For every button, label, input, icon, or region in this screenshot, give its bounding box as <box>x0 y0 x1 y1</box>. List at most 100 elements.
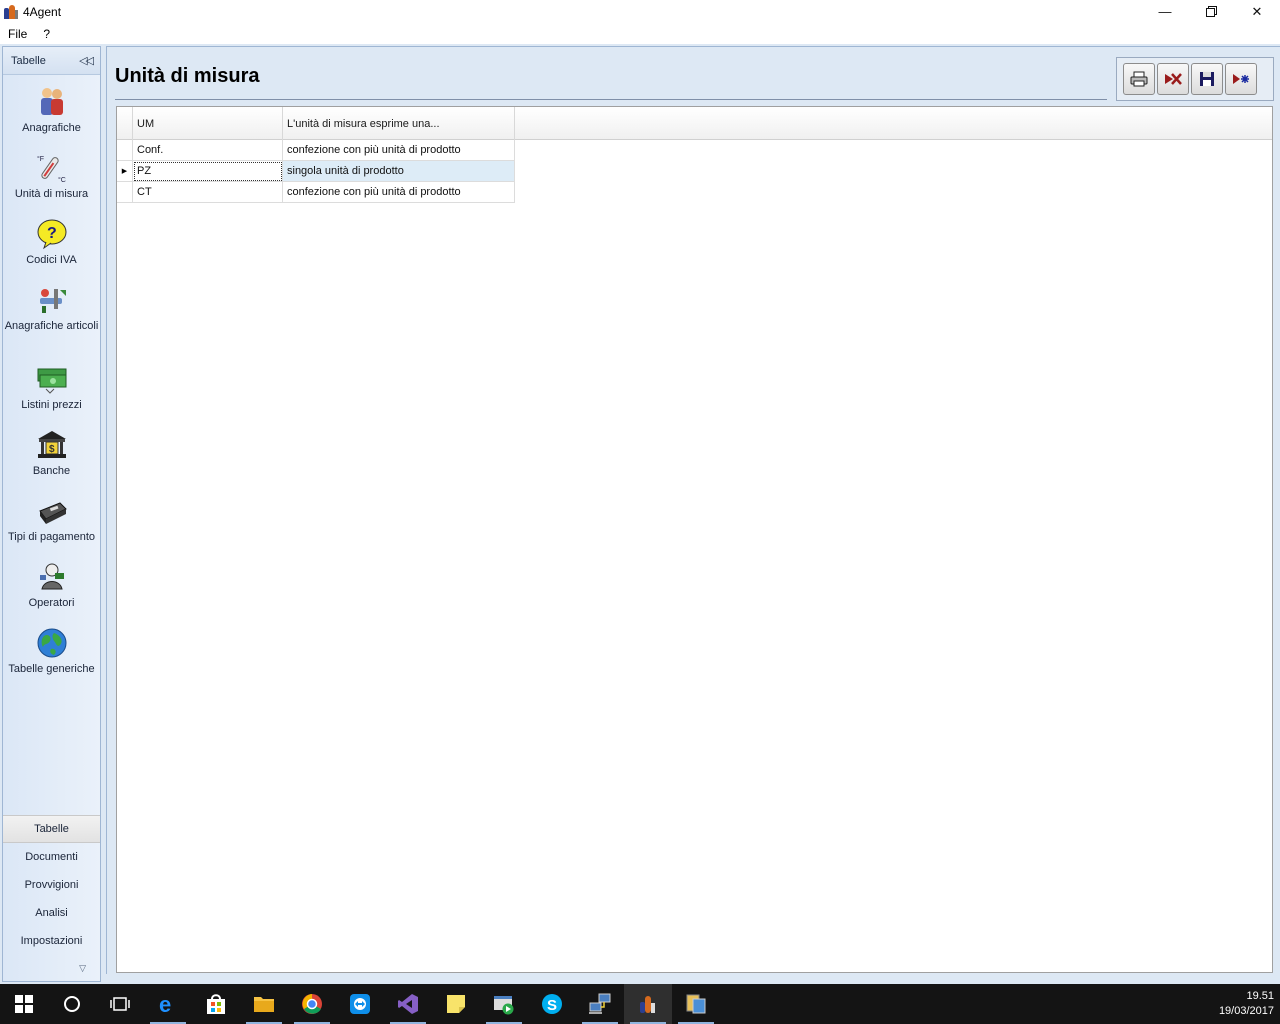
taskbar-skype[interactable]: S <box>528 984 576 1024</box>
cell-description[interactable]: singola unità di prodotto <box>283 161 515 182</box>
new-record-icon <box>1233 74 1249 84</box>
print-button[interactable] <box>1123 63 1155 95</box>
svg-text:?: ? <box>47 225 57 242</box>
windows-logo-icon <box>15 995 33 1013</box>
window-title: 4Agent <box>23 4 62 19</box>
sidebar-item-tabelle-generiche[interactable]: Tabelle generiche <box>3 626 100 682</box>
app-area: Tabelle ◁◁ Anagrafiche °F °C Unità di mis… <box>0 44 1280 984</box>
row-header-corner <box>117 107 133 140</box>
nav-analisi[interactable]: Analisi <box>3 899 100 927</box>
table-row-selected[interactable]: ▶ PZ singola unità di prodotto <box>117 161 515 182</box>
app-logo-icon <box>3 4 19 20</box>
sidebar-nav: Tabelle Documenti Provvigioni Analisi Im… <box>3 815 100 981</box>
taskbar-db-app[interactable] <box>672 984 720 1024</box>
sidebar-item-label: Anagrafiche <box>22 122 81 134</box>
data-grid[interactable]: UM L'unità di misura esprime una... Conf… <box>116 106 1273 973</box>
column-header-um[interactable]: UM <box>133 107 283 140</box>
clock-date: 19/03/2017 <box>1218 1005 1274 1017</box>
taskbar-chrome[interactable] <box>288 984 336 1024</box>
cell-um[interactable]: Conf. <box>133 140 283 161</box>
table-row[interactable]: CT confezione con più unità di prodotto <box>117 182 515 203</box>
menu-bar: File ? <box>0 23 1280 44</box>
database-app-icon <box>686 994 706 1014</box>
sidebar-item-label: Tipi di pagamento <box>7 531 96 543</box>
sidebar-item-anagrafiche[interactable]: Anagrafiche <box>3 85 100 141</box>
taskbar-teamviewer[interactable] <box>336 984 384 1024</box>
taskbar: e S 19.51 19/03/2017 <box>0 984 1280 1024</box>
search-button[interactable] <box>48 984 96 1024</box>
start-button[interactable] <box>0 984 48 1024</box>
taskbar-sticky-notes[interactable] <box>432 984 480 1024</box>
sidebar-item-label: Operatori <box>28 597 75 609</box>
clock-time: 19.51 <box>1246 990 1274 1002</box>
sidebar-item-unita-di-misura[interactable]: °F °C Unità di misura <box>3 151 100 207</box>
folder-icon <box>254 997 274 1012</box>
sidebar-item-tipi-di-pagamento[interactable]: Tipi di pagamento <box>3 494 100 550</box>
skype-icon: S <box>542 994 562 1014</box>
banknotes-icon <box>35 362 69 396</box>
nav-tabelle[interactable]: Tabelle <box>3 815 100 843</box>
nav-documenti[interactable]: Documenti <box>3 843 100 871</box>
table-row[interactable]: Conf. confezione con più unità di prodot… <box>117 140 515 161</box>
sidebar-item-operatori[interactable]: Operatori <box>3 560 100 616</box>
nav-impostazioni[interactable]: Impostazioni <box>3 927 100 955</box>
save-icon <box>1200 72 1214 86</box>
sidebar-item-listini-prezzi[interactable]: Listini prezzi <box>3 362 100 418</box>
sidebar-item-label: Listini prezzi <box>21 399 82 411</box>
chevron-down-icon[interactable]: ▽ <box>3 955 100 981</box>
question-bubble-icon: ? <box>35 217 69 251</box>
minimize-button[interactable]: — <box>1142 0 1188 23</box>
grid-header: UM L'unità di misura esprime una... <box>117 107 1272 140</box>
chrome-icon <box>302 994 322 1014</box>
collapse-sidebar-icon[interactable]: ◁◁ <box>79 54 94 67</box>
cell-um[interactable]: PZ <box>133 161 283 182</box>
sidebar-item-codici-iva[interactable]: ? Codici IVA <box>3 217 100 273</box>
delete-button[interactable] <box>1157 63 1189 95</box>
toolbar <box>1116 57 1274 101</box>
taskbar-edge[interactable]: e <box>144 984 192 1024</box>
teamviewer-icon <box>350 994 370 1014</box>
close-button[interactable]: ✕ <box>1234 0 1280 23</box>
svg-text:°C: °C <box>58 176 66 184</box>
operator-icon <box>35 560 69 594</box>
tools-icon <box>35 283 69 317</box>
people-icon <box>35 85 69 119</box>
sidebar-item-label: Tabelle generiche <box>8 663 95 675</box>
taskbar-4agent[interactable] <box>624 984 672 1024</box>
cell-description[interactable]: confezione con più unità di prodotto <box>283 182 515 203</box>
menu-file[interactable]: File <box>0 27 35 41</box>
cell-um[interactable]: CT <box>133 182 283 203</box>
visual-studio-icon <box>398 994 418 1014</box>
sidebar-header: Tabelle ◁◁ <box>3 47 100 75</box>
row-indicator[interactable] <box>117 182 133 203</box>
column-header-description[interactable]: L'unità di misura esprime una... <box>283 107 515 140</box>
new-record-button[interactable] <box>1225 63 1257 95</box>
delete-icon <box>1165 73 1182 85</box>
current-row-arrow-icon[interactable]: ▶ <box>117 161 133 182</box>
row-indicator[interactable] <box>117 140 133 161</box>
sidebar-item-label: Anagrafiche articoli <box>4 320 99 332</box>
main-panel: Unità di misura UM L'unità di misura esp… <box>106 46 1280 974</box>
sidebar-item-label: Banche <box>32 465 71 477</box>
sidebar-item-banche[interactable]: $ Banche <box>3 428 100 484</box>
cell-description[interactable]: confezione con più unità di prodotto <box>283 140 515 161</box>
page-title: Unità di misura <box>115 65 260 87</box>
taskbar-visual-studio[interactable] <box>384 984 432 1024</box>
svg-text:°F: °F <box>37 155 44 163</box>
save-button[interactable] <box>1191 63 1223 95</box>
task-view-button[interactable] <box>96 984 144 1024</box>
sticky-notes-icon <box>447 995 465 1013</box>
sidebar-item-label: Codici IVA <box>26 254 77 266</box>
system-clock[interactable]: 19.51 19/03/2017 <box>1219 984 1274 1024</box>
taskbar-network-app[interactable] <box>576 984 624 1024</box>
taskbar-store[interactable] <box>192 984 240 1024</box>
cash-register-icon <box>35 494 69 528</box>
sidebar-item-anagrafiche-articoli[interactable]: Anagrafiche articoli <box>3 283 100 352</box>
task-view-icon <box>110 997 130 1011</box>
taskbar-file-explorer[interactable] <box>240 984 288 1024</box>
nav-provvigioni[interactable]: Provvigioni <box>3 871 100 899</box>
taskbar-media-app[interactable] <box>480 984 528 1024</box>
menu-help[interactable]: ? <box>35 27 58 41</box>
store-icon <box>207 994 225 1014</box>
restore-button[interactable] <box>1188 0 1234 23</box>
